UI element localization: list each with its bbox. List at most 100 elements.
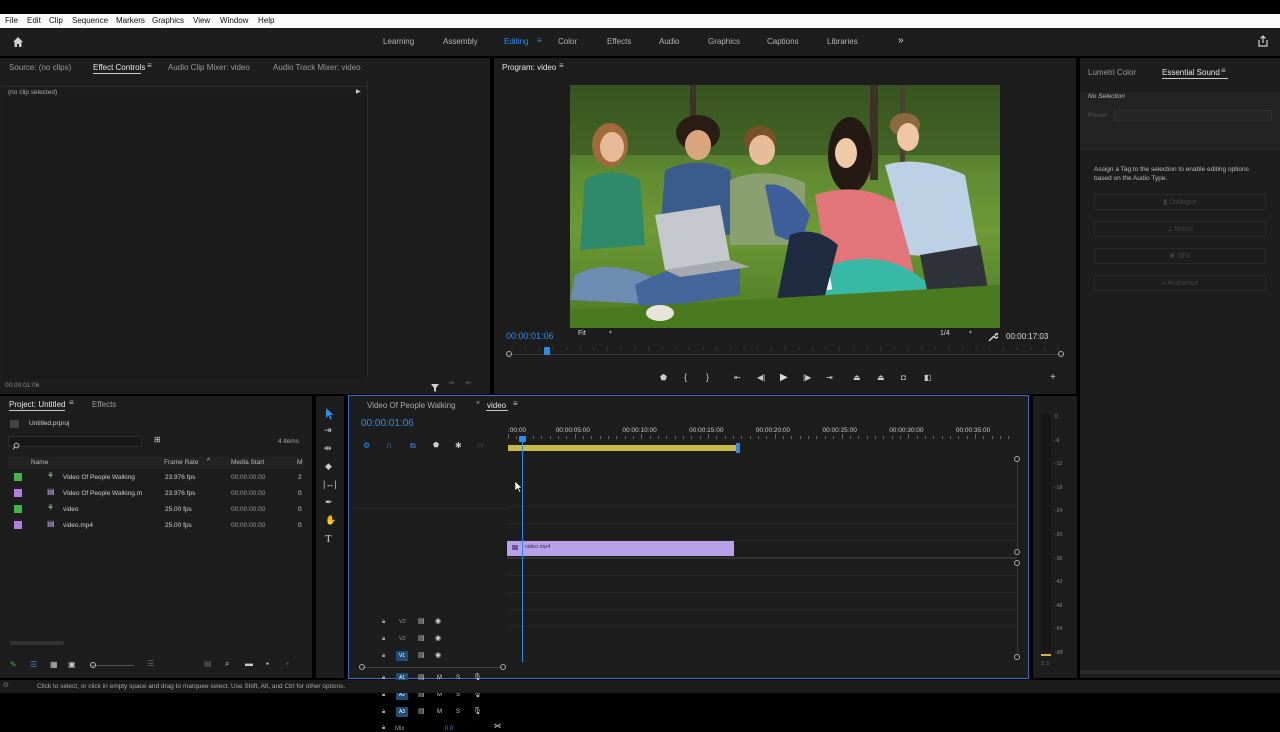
column-m[interactable]: M [297,459,302,466]
compare-icon[interactable]: ◧ [924,374,932,382]
lift-icon[interactable]: ⏏ [853,374,861,382]
mute-button[interactable]: M [437,709,442,715]
track-target-v1[interactable]: V1 [396,651,408,661]
ripple-edit-tool-icon[interactable]: ⇹ [324,444,332,453]
tab-project[interactable]: Project: Untitled [9,400,65,409]
eye-icon[interactable]: ◉ [435,652,441,659]
workspace-tab-learning[interactable]: Learning [383,37,414,46]
snap-icon[interactable]: ∩ [386,441,392,450]
project-search-input[interactable] [8,436,142,450]
program-timecode[interactable]: 00:00:01:06 [506,331,554,341]
microphone-icon[interactable]: 🎙︎ [473,708,482,715]
track-target-v2[interactable]: V2 [399,636,406,642]
fit-dropdown[interactable]: Fit ▼ [578,330,618,341]
label-color-swatch[interactable] [14,521,22,529]
preset-dropdown[interactable] [1114,110,1272,121]
captions-icon[interactable]: ▭ [477,442,484,449]
timeline-tab-walking[interactable]: Video Of People Walking [367,401,456,410]
workspace-tab-color[interactable]: Color [558,37,577,46]
tag-music-button[interactable]: ♫ Music [1094,221,1266,237]
program-title[interactable]: Program: video [502,63,556,72]
work-area-bar[interactable] [508,445,737,451]
mark-in-icon[interactable]: { [684,373,687,382]
tag-sfx-button[interactable]: ✺ SFX [1094,248,1266,264]
export-icon[interactable]: ⇥ [448,380,454,387]
lock-icon[interactable]: 🔒︎ [382,709,385,715]
menu-graphics[interactable]: Graphics [152,16,184,25]
sync-lock-icon[interactable]: ▤ [418,652,425,659]
workspace-tab-libraries[interactable]: Libraries [827,37,858,46]
tab-source[interactable]: Source: (no clips) [9,63,71,72]
type-tool-icon[interactable]: T [325,534,332,545]
workspace-menu-icon[interactable]: ≡ [537,37,542,45]
track-select-tool-icon[interactable]: ⇥ [324,426,332,435]
share-icon[interactable] [1257,35,1269,47]
razor-tool-icon[interactable]: ◆ [325,462,332,471]
workspace-tab-assembly[interactable]: Assembly [443,37,478,46]
column-frame-rate[interactable]: Frame Rate [164,459,198,466]
solo-button[interactable]: S [456,709,460,715]
eye-icon[interactable]: ◉ [435,635,441,642]
menu-file[interactable]: File [5,16,18,25]
add-marker-icon[interactable]: ⬟ [660,374,667,382]
resolution-dropdown[interactable]: 1/4 ▼ [940,330,980,341]
workspace-tab-effects[interactable]: Effects [607,37,631,46]
label-color-swatch[interactable] [14,505,22,513]
lock-icon[interactable]: 🔒︎ [382,725,385,731]
pencil-icon[interactable]: ✎ [10,661,17,669]
nest-icon[interactable]: ⚙ [363,442,370,450]
extract-icon[interactable]: ⏏ [877,374,885,382]
freeform-view-icon[interactable]: ▣ [68,661,76,669]
go-to-out-icon[interactable]: ⇥ [826,374,833,382]
tag-dialogue-button[interactable]: ▮ Dialogue [1094,194,1266,210]
workspace-overflow-button[interactable]: » [898,35,904,46]
video-clip[interactable]: video.mp4 [507,541,734,556]
vertical-zoom-handle[interactable] [1014,654,1020,660]
filter-icon[interactable] [431,380,439,392]
panel-menu-icon[interactable]: ≡ [559,62,564,70]
column-media-start[interactable]: Media Start [231,459,264,466]
mark-out-icon[interactable]: } [706,373,709,382]
step-back-icon[interactable]: ◀| [757,374,765,382]
tab-audio-clip-mixer[interactable]: Audio Clip Mixer: video [168,63,250,72]
workspace-tab-graphics[interactable]: Graphics [708,37,740,46]
eye-icon[interactable]: ◉ [435,618,441,625]
menu-markers[interactable]: Markers [116,16,145,25]
clear-icon[interactable]: ▪ [286,660,289,668]
panel-menu-icon[interactable]: ≡ [1221,67,1226,75]
automate-icon[interactable]: ▤ [204,660,212,668]
timeline-horizontal-scrollbar[interactable] [359,664,506,670]
play-icon[interactable]: ▶ [780,373,788,383]
insert-icon[interactable]: ⇤ [466,380,472,387]
track-target-v3[interactable]: V3 [399,619,406,625]
close-icon[interactable]: × [476,400,480,407]
playhead[interactable] [544,347,551,355]
mix-value[interactable]: 0.0 [445,726,453,732]
column-name[interactable]: Name [31,459,48,466]
list-item[interactable]: ⚘ video 25.00 fps 00:00:00:00 0 [8,502,304,517]
menu-view[interactable]: View [193,16,210,25]
vertical-zoom-handle[interactable] [1014,549,1020,555]
track-target-a3[interactable]: A3 [396,707,408,717]
find-icon[interactable]: ⌕ [225,660,229,668]
menu-clip[interactable]: Clip [49,16,63,25]
add-button-icon[interactable]: + [1050,373,1056,383]
tag-ambience-button[interactable]: ≈ Ambience [1094,275,1266,291]
label-color-swatch[interactable] [14,473,22,481]
selection-tool-icon[interactable] [325,408,335,420]
linked-selection-icon[interactable]: ⧉ [410,442,416,450]
panel-menu-icon[interactable]: ≡ [513,400,518,408]
menu-help[interactable]: Help [258,16,274,25]
step-forward-icon[interactable]: |▶ [803,374,811,382]
tab-essential-sound[interactable]: Essential Sound [1162,68,1220,77]
timeline-settings-icon[interactable]: ✱ [455,442,462,450]
timeline-timecode[interactable]: 00:00:01:06 [361,418,414,429]
menu-sequence[interactable]: Sequence [72,16,108,25]
tab-audio-track-mixer[interactable]: Audio Track Mixer: video [273,63,361,72]
sort-icons-icon[interactable]: ☰ [147,660,154,668]
mix-expand-icon[interactable]: ⋈ [494,723,501,730]
list-item[interactable]: ▤ Video Of People Walking.m 23.976 fps 00:0… [8,486,304,501]
camera-icon[interactable]: ◘ [901,374,906,382]
lock-icon[interactable]: 🔒︎ [382,619,385,625]
tab-lumetri-color[interactable]: Lumetri Color [1088,68,1136,77]
